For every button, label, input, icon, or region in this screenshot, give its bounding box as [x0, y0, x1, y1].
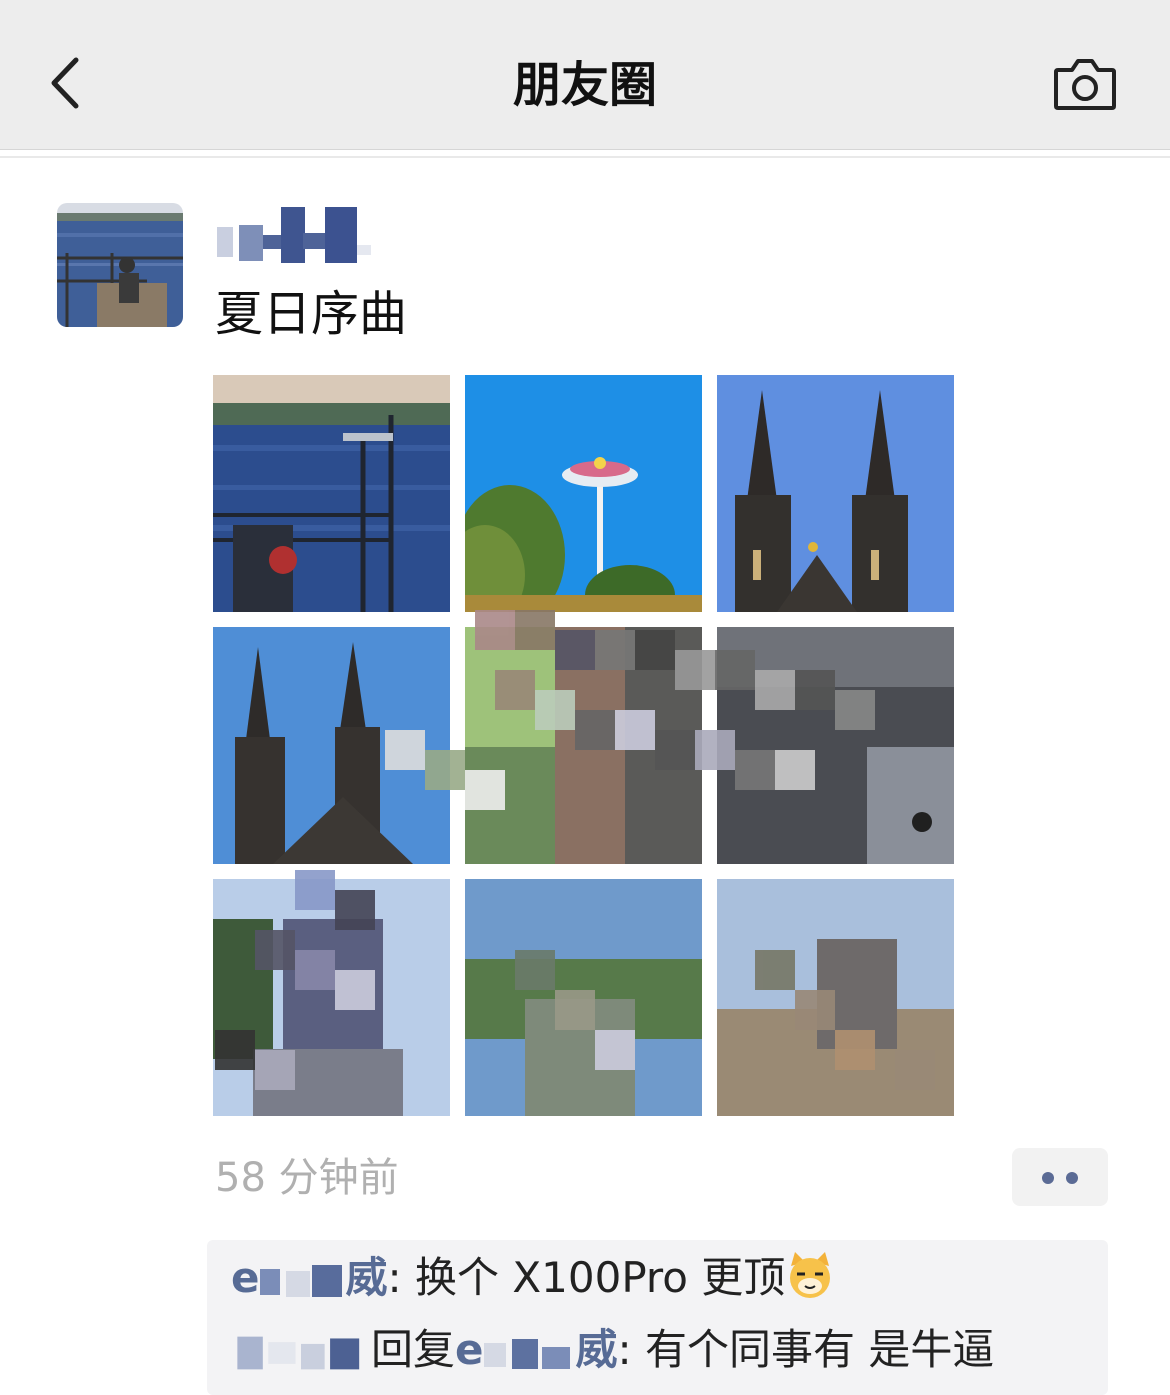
- post-timestamp: 58 分钟前: [215, 1155, 399, 1201]
- photo-thumbnail[interactable]: [213, 879, 450, 1116]
- navbar: 朋友圈: [0, 0, 1170, 150]
- chevron-left-icon: [51, 57, 79, 109]
- reply-target[interactable]: e威: [455, 1325, 618, 1374]
- reply-author-redacted[interactable]: [231, 1333, 371, 1373]
- photo-grid: [213, 375, 955, 1117]
- comment-section: e 威: 换个 X100Pro 更顶 回复e 威: 有个同事有 是牛逼: [207, 1240, 1108, 1395]
- avatar[interactable]: [57, 203, 183, 327]
- avatar-image: [57, 203, 183, 327]
- comment-row[interactable]: e 威: 换个 X100Pro 更顶: [231, 1250, 835, 1306]
- reply-label: 回复: [371, 1325, 456, 1374]
- divider: [0, 156, 1170, 158]
- comment-text: 换个 X100Pro 更顶: [415, 1253, 786, 1302]
- page-title: 朋友圈: [512, 57, 657, 113]
- username-redacted[interactable]: [215, 205, 375, 263]
- comment-text: 有个同事有 是牛逼: [645, 1325, 995, 1374]
- photo-thumbnail[interactable]: [465, 627, 702, 864]
- photo-thumbnail[interactable]: [213, 627, 450, 864]
- photo-thumbnail[interactable]: [213, 375, 450, 612]
- more-dots-icon: [1066, 1172, 1078, 1184]
- comment-row[interactable]: 回复e 威: 有个同事有 是牛逼: [231, 1322, 994, 1378]
- camera-button[interactable]: [1052, 56, 1118, 112]
- back-button[interactable]: [40, 50, 100, 116]
- photo-thumbnail[interactable]: [717, 375, 954, 612]
- more-button[interactable]: [1012, 1148, 1108, 1206]
- post-text: 夏日序曲: [215, 286, 408, 342]
- cat-smirk-emoji: [790, 1252, 831, 1298]
- comment-author[interactable]: e威: [231, 1253, 388, 1302]
- photo-thumbnail[interactable]: [717, 879, 954, 1116]
- photo-thumbnail[interactable]: [465, 375, 702, 612]
- photo-thumbnail[interactable]: [465, 879, 702, 1116]
- photo-thumbnail[interactable]: [717, 627, 954, 864]
- camera-icon: [1054, 59, 1116, 110]
- more-dots-icon: [1042, 1172, 1054, 1184]
